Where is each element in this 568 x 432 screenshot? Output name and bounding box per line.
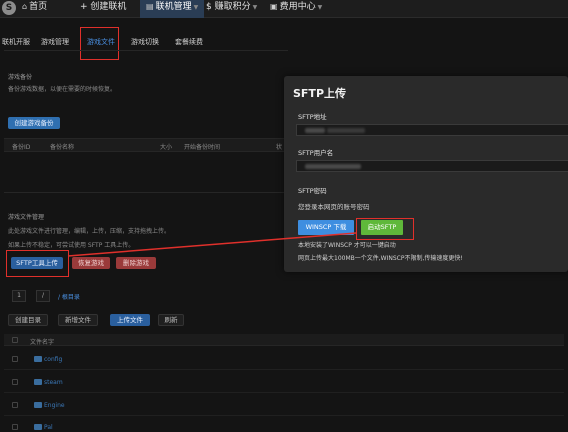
- redacted-text: [327, 128, 365, 133]
- sftp-address-field[interactable]: [296, 124, 568, 136]
- highlight-box-start: [356, 218, 414, 240]
- home-icon: ⌂: [22, 2, 28, 11]
- chevron-down-icon: ▼: [252, 4, 258, 11]
- folder-icon: [34, 402, 42, 408]
- backup-table-body: [4, 153, 288, 193]
- file-row[interactable]: steam: [4, 371, 564, 393]
- sftp-upload-panel: SFTP上传 SFTP地址 SFTP用户名 SFTP密码 您登录本网页的账号密码…: [284, 76, 568, 272]
- sftp-password-label: SFTP密码: [298, 187, 327, 195]
- file-name[interactable]: Pal: [44, 424, 53, 431]
- root-dir-link[interactable]: / 根目录: [58, 292, 80, 301]
- col-file-name: 文件名字: [30, 339, 55, 346]
- col-size: 大小: [160, 144, 173, 151]
- new-file-button[interactable]: 新增文件: [58, 314, 98, 326]
- delete-game-button[interactable]: 删除游戏: [116, 257, 156, 269]
- nav-home[interactable]: ⌂ 首页: [22, 0, 47, 18]
- row-checkbox[interactable]: [12, 379, 18, 385]
- col-start-time: 开始备份时间: [184, 144, 221, 151]
- file-name[interactable]: config: [44, 356, 62, 363]
- sftp-username-field[interactable]: [296, 160, 568, 172]
- nav-points-label: $ 赚取积分: [206, 2, 251, 12]
- winscp-download-button[interactable]: WINSCP 下载: [298, 220, 354, 235]
- tab-server-open[interactable]: 联机开服: [2, 37, 30, 47]
- col-status: 状: [276, 144, 283, 151]
- tab-game-manage[interactable]: 游戏管理: [41, 37, 69, 47]
- site-logo[interactable]: S: [2, 1, 16, 15]
- select-all-checkbox[interactable]: [12, 337, 18, 343]
- backup-desc: 备份游戏数据，以便在需要的时候恢复。: [8, 86, 117, 93]
- page-button[interactable]: 1: [12, 290, 26, 302]
- highlight-box-sftp: [6, 250, 69, 277]
- sftp-panel-title: SFTP上传: [293, 87, 347, 100]
- row-checkbox[interactable]: [12, 356, 18, 362]
- sftp-note-1: 本地安装了WINSCP 才可以一键启动: [298, 242, 396, 249]
- file-row[interactable]: Engine: [4, 394, 564, 416]
- row-checkbox[interactable]: [12, 424, 18, 430]
- create-backup-button[interactable]: 创建游戏备份: [8, 117, 60, 129]
- user-icon: ▣: [270, 2, 278, 11]
- upload-file-button[interactable]: 上传文件: [110, 314, 150, 326]
- file-name[interactable]: steam: [44, 379, 63, 386]
- redacted-text: [305, 164, 361, 169]
- col-backup-name: 备份名称: [50, 144, 75, 151]
- top-nav-bar: S ⌂ 首页 + 创建联机 ▤ 联机管理 ▼ $ 赚取积分 ▼ ▣ 费用中心 ▼: [0, 0, 568, 18]
- nav-points[interactable]: $ 赚取积分 ▼: [206, 0, 257, 18]
- col-backup-id: 备份ID: [12, 144, 31, 151]
- refresh-button[interactable]: 刷新: [158, 314, 184, 326]
- backup-title: 游戏备份: [8, 74, 33, 81]
- nav-create-label: + 创建联机: [80, 2, 127, 12]
- sftp-password-note: 您登录本网页的账号密码: [298, 203, 370, 211]
- redacted-text: [305, 128, 325, 133]
- tab-game-switch[interactable]: 游戏切换: [131, 37, 159, 47]
- restore-game-button[interactable]: 恢复游戏: [72, 257, 110, 269]
- chevron-down-icon: ▼: [317, 4, 323, 11]
- divider: [4, 50, 288, 51]
- nav-user[interactable]: ▣ 费用中心 ▼: [270, 0, 322, 18]
- sftp-address-label: SFTP地址: [298, 113, 327, 121]
- folder-icon: [34, 424, 42, 430]
- folder-icon: [34, 356, 42, 362]
- row-checkbox[interactable]: [12, 402, 18, 408]
- file-table-header: 文件名字: [4, 334, 564, 346]
- file-name[interactable]: Engine: [44, 402, 65, 409]
- sftp-note-2: 网页上传最大100MB一个文件,WINSCP不限制,传输速度更快!: [298, 255, 463, 262]
- files-title: 游戏文件管理: [8, 214, 45, 221]
- nav-manage-label: 联机管理: [155, 2, 192, 12]
- nav-create[interactable]: + 创建联机: [80, 0, 126, 18]
- nav-home-label: 首页: [29, 2, 48, 12]
- nav-manage[interactable]: ▤ 联机管理 ▼: [140, 0, 205, 18]
- chevron-down-icon: ▼: [193, 4, 199, 11]
- nav-user-label: 费用中心: [279, 2, 316, 12]
- server-icon: ▤: [146, 2, 154, 11]
- create-dir-button[interactable]: 创建目录: [8, 314, 48, 326]
- tab-renew[interactable]: 套餐续费: [175, 37, 203, 47]
- backup-table-header: 备份ID 备份名称 大小 开始备份时间 状: [4, 138, 288, 152]
- file-row[interactable]: Pal: [4, 417, 564, 432]
- highlight-box-tab: [80, 27, 119, 60]
- files-desc-1: 此处游戏文件进行管理，编辑，上传，压缩，支持拖拽上传。: [8, 228, 171, 235]
- folder-icon: [34, 379, 42, 385]
- file-row[interactable]: config: [4, 348, 564, 370]
- sftp-username-label: SFTP用户名: [298, 149, 334, 157]
- files-desc-2: 如果上传不稳定，可尝试使用 SFTP 工具上传。: [8, 242, 135, 249]
- page-separator[interactable]: /: [36, 290, 50, 302]
